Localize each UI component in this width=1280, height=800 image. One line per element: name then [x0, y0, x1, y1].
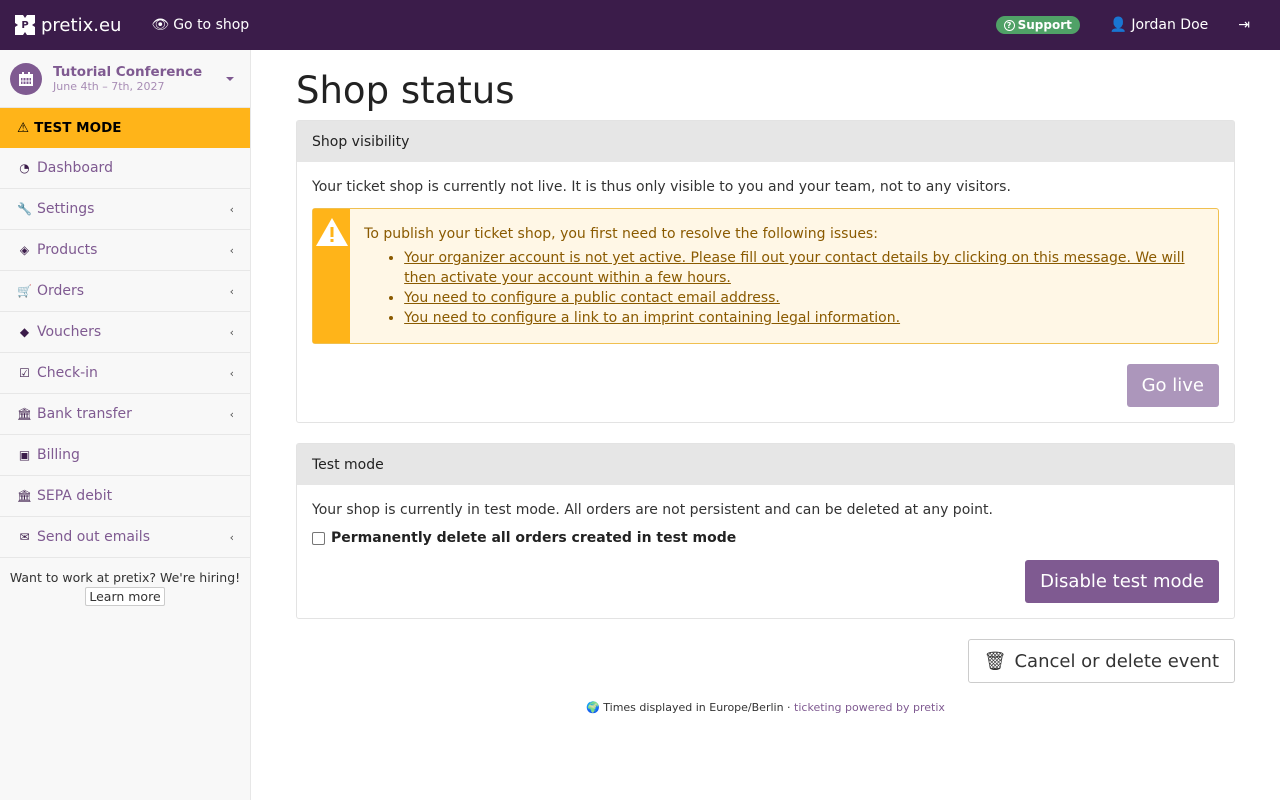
dashboard-icon: ◔	[19, 161, 30, 175]
support-label: Support	[1017, 18, 1072, 32]
sidebar-item-vouchers[interactable]: ◆ Vouchers ‹	[0, 312, 250, 353]
sidebar-item-label: Send out emails	[37, 529, 150, 545]
issue-link-account[interactable]: Your organizer account is not yet active…	[404, 250, 1184, 286]
check-square-icon: ☑	[19, 366, 30, 380]
user-name: Jordan Doe	[1131, 17, 1209, 33]
sidebar-item-check-in[interactable]: ☑ Check-in ‹	[0, 353, 250, 394]
sidebar-item-orders[interactable]: 🛒 Orders ‹	[0, 271, 250, 312]
disable-test-mode-button[interactable]: Disable test mode	[1025, 560, 1219, 603]
issue-item: You need to configure a link to an impri…	[404, 308, 1203, 328]
go-to-shop-label: Go to shop	[173, 17, 250, 33]
cart-icon: 🛒	[17, 284, 32, 298]
sidebar-item-label: Check-in	[37, 365, 98, 381]
warning-icon: ⚠	[17, 120, 30, 136]
cancel-delete-event-button[interactable]: 🗑 Cancel or delete event	[967, 639, 1235, 683]
delete-orders-checkbox[interactable]	[312, 531, 325, 545]
bank-icon: 🏛	[16, 407, 33, 421]
eye-icon: 👁	[151, 17, 170, 33]
sidebar-item-settings[interactable]: 🔧 Settings ‹	[0, 189, 250, 230]
event-date: June 4th – 7th, 2027	[53, 80, 165, 93]
powered-by-link[interactable]: ticketing powered by pretix	[794, 701, 945, 714]
sidebar-item-sepa-debit[interactable]: 🏛 SEPA debit	[0, 476, 250, 517]
go-to-shop-link[interactable]: 👁 Go to shop	[151, 17, 249, 33]
event-switcher[interactable]: Tutorial Conference June 4th – 7th, 2027	[0, 50, 250, 108]
main-content: Shop status Shop visibility Your ticket …	[296, 50, 1235, 714]
ticket-icon: ◈	[19, 243, 30, 257]
test-mode-label: TEST MODE	[34, 120, 122, 136]
warning-alert: To publish your ticket shop, you first n…	[312, 208, 1219, 344]
issues-list: Your organizer account is not yet active…	[364, 248, 1203, 328]
caret-down-icon	[226, 77, 234, 81]
brand-link[interactable]: P pretix.eu	[15, 15, 121, 36]
chevron-left-icon: ‹	[229, 366, 234, 380]
sidebar-item-label: Orders	[37, 283, 85, 299]
chevron-left-icon: ‹	[229, 325, 234, 339]
event-title: Tutorial Conference	[53, 64, 203, 80]
sidebar-item-products[interactable]: ◈ Products ‹	[0, 230, 250, 271]
delete-orders-label[interactable]: Permanently delete all orders created in…	[331, 530, 736, 546]
hiring-notice: Want to work at pretix? We're hiring! Le…	[0, 558, 250, 606]
sidebar-item-label: Dashboard	[37, 160, 113, 176]
issue-item: Your organizer account is not yet active…	[404, 248, 1203, 288]
sidebar-item-label: Vouchers	[37, 324, 102, 340]
cancel-delete-label: Cancel or delete event	[1014, 650, 1219, 672]
brand-name: pretix.eu	[41, 14, 122, 36]
user-icon: 👤	[1109, 17, 1128, 33]
panel-heading: Test mode	[297, 444, 1234, 485]
question-circle-icon: ?	[1003, 19, 1015, 31]
support-button[interactable]: ? Support	[995, 16, 1080, 34]
wrench-icon: 🔧	[17, 202, 32, 216]
issue-link-imprint[interactable]: You need to configure a link to an impri…	[404, 310, 900, 326]
bank-icon: 🏛	[16, 489, 33, 503]
sidebar: Tutorial Conference June 4th – 7th, 2027…	[0, 50, 251, 800]
sidebar-item-send-out-emails[interactable]: ✉ Send out emails ‹	[0, 517, 250, 558]
timezone-text: Times displayed in Europe/Berlin ·	[603, 701, 791, 714]
sidebar-item-label: Billing	[37, 447, 80, 463]
sidebar-item-billing[interactable]: ▣ Billing	[0, 435, 250, 476]
chevron-left-icon: ‹	[229, 202, 234, 216]
logout-icon[interactable]: ⇥	[1238, 17, 1250, 33]
envelope-icon: ✉	[19, 530, 30, 544]
alert-intro: To publish your ticket shop, you first n…	[364, 226, 878, 242]
visibility-text: Your ticket shop is currently not live. …	[312, 179, 1011, 195]
hiring-text: Want to work at pretix? We're hiring!	[9, 570, 241, 585]
chevron-left-icon: ‹	[229, 407, 234, 421]
user-menu[interactable]: 👤 Jordan Doe	[1110, 17, 1208, 33]
test-mode-indicator[interactable]: ⚠ TEST MODE	[0, 108, 250, 148]
pretix-logo-icon: P	[15, 15, 35, 35]
page-title: Shop status	[296, 69, 515, 112]
chevron-left-icon: ‹	[229, 284, 234, 298]
top-navbar: P pretix.eu 👁 Go to shop ? Support 👤 Jor…	[0, 0, 1280, 50]
shop-visibility-panel: Shop visibility Your ticket shop is curr…	[296, 120, 1235, 423]
warning-triangle-icon	[313, 209, 351, 343]
issue-item: You need to configure a public contact e…	[404, 288, 1203, 308]
trash-icon: 🗑	[983, 650, 1007, 672]
test-mode-text: Your shop is currently in test mode. All…	[312, 502, 993, 518]
learn-more-button[interactable]: Learn more	[85, 587, 165, 606]
sidebar-item-dashboard[interactable]: ◔ Dashboard	[0, 148, 250, 189]
sidebar-item-label: Settings	[37, 201, 95, 217]
money-icon: ▣	[18, 448, 31, 462]
panel-heading: Shop visibility	[297, 121, 1234, 162]
go-live-button[interactable]: Go live	[1126, 364, 1219, 407]
footer: 🌍 Times displayed in Europe/Berlin · tic…	[296, 701, 1235, 714]
sidebar-item-label: Bank transfer	[37, 406, 132, 422]
tags-icon: ◆	[19, 325, 30, 339]
test-mode-panel: Test mode Your shop is currently in test…	[296, 443, 1235, 619]
globe-icon: 🌍	[586, 701, 600, 714]
issue-link-email[interactable]: You need to configure a public contact e…	[404, 290, 780, 306]
sidebar-item-label: Products	[37, 242, 98, 258]
calendar-icon	[10, 62, 42, 95]
chevron-left-icon: ‹	[229, 530, 234, 544]
sidebar-item-bank-transfer[interactable]: 🏛 Bank transfer ‹	[0, 394, 250, 435]
chevron-left-icon: ‹	[229, 243, 234, 257]
sidebar-item-label: SEPA debit	[37, 488, 113, 504]
